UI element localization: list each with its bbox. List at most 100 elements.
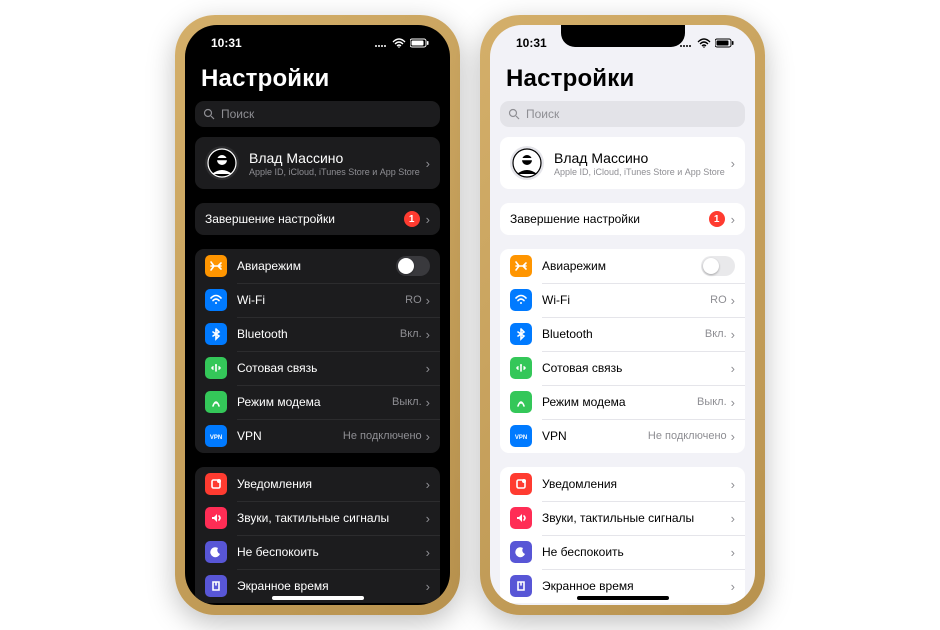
settings-row-sounds[interactable]: Звуки, тактильные сигналы› (500, 501, 745, 535)
settings-row-cellular[interactable]: Сотовая связь› (500, 351, 745, 385)
status-time: 10:31 (516, 36, 547, 50)
sounds-icon (510, 507, 532, 529)
row-value: Вкл. (400, 328, 422, 340)
row-label: Wi-Fi (237, 293, 405, 307)
screentime-icon (510, 575, 532, 597)
row-value: RO (710, 294, 727, 306)
screentime-icon (205, 575, 227, 597)
setup-row[interactable]: Завершение настройки 1 › (195, 203, 440, 235)
chevron-right-icon: › (426, 361, 430, 376)
home-indicator[interactable] (577, 596, 669, 600)
settings-row-wifi[interactable]: Wi-FiRO› (195, 283, 440, 317)
row-label: Экранное время (237, 579, 426, 593)
row-label: Wi-Fi (542, 293, 710, 307)
settings-row-airplane[interactable]: Авиарежим (195, 249, 440, 283)
row-label: Режим модема (237, 395, 392, 409)
wifi-icon (510, 289, 532, 311)
bluetooth-icon (205, 323, 227, 345)
search-input[interactable]: Поиск (500, 101, 745, 127)
row-label: VPN (542, 429, 648, 443)
settings-row-vpn[interactable]: VPNVPNНе подключено› (195, 419, 440, 453)
row-value: Не подключено (343, 430, 422, 442)
search-placeholder: Поиск (526, 107, 559, 121)
settings-row-dnd[interactable]: Не беспокоить› (195, 535, 440, 569)
search-input[interactable]: Поиск (195, 101, 440, 127)
row-label: Режим модема (542, 395, 697, 409)
row-label: VPN (237, 429, 343, 443)
settings-row-wifi[interactable]: Wi-FiRO › (500, 283, 745, 317)
vpn-icon: VPN (510, 425, 532, 447)
chevron-right-icon: › (426, 327, 430, 342)
home-indicator[interactable] (272, 596, 364, 600)
airplane-icon (510, 255, 532, 277)
avatar (205, 146, 239, 180)
dnd-icon (205, 541, 227, 563)
row-label: Уведомления (237, 477, 426, 491)
row-label: Не беспокоить (542, 545, 731, 559)
settings-row-airplane[interactable]: Авиарежим (500, 249, 745, 283)
chevron-right-icon: › (426, 545, 430, 560)
settings-row-vpn[interactable]: VPNVPNНе подключено› (500, 419, 745, 453)
cellular-icon (510, 357, 532, 379)
account-name: Влад Массино (554, 150, 731, 166)
setup-row[interactable]: Завершение настройки 1 › (500, 203, 745, 235)
chevron-right-icon: › (731, 579, 735, 594)
setup-label: Завершение настройки (510, 212, 709, 226)
search-icon (203, 108, 215, 120)
vpn-icon: VPN (205, 425, 227, 447)
account-row[interactable]: Влад Массино Apple ID, iCloud, iTunes St… (195, 137, 440, 189)
avatar (510, 146, 544, 180)
settings-row-cellular[interactable]: Сотовая связь› (195, 351, 440, 385)
row-label: Авиарежим (237, 259, 396, 273)
toggle-switch[interactable] (701, 256, 735, 276)
chevron-right-icon: › (426, 511, 430, 526)
general-group: Уведомления›Звуки, тактильные сигналы›Не… (195, 467, 440, 603)
chevron-right-icon: › (426, 579, 430, 594)
chevron-right-icon: › (731, 545, 735, 560)
account-name: Влад Массино (249, 150, 426, 166)
bluetooth-icon (510, 323, 532, 345)
setup-badge: 1 (709, 211, 725, 227)
wifi-status-icon (697, 38, 711, 48)
sounds-icon (205, 507, 227, 529)
hotspot-icon (205, 391, 227, 413)
row-value: Вкл. (705, 328, 727, 340)
chevron-right-icon: › (426, 477, 430, 492)
row-label: Сотовая связь (237, 361, 426, 375)
toggle-switch[interactable] (396, 256, 430, 276)
search-icon (508, 108, 520, 120)
row-value: Не подключено (648, 430, 727, 442)
settings-row-bluetooth[interactable]: BluetoothВкл.› (500, 317, 745, 351)
account-sub: Apple ID, iCloud, iTunes Store и App Sto… (249, 167, 426, 177)
hotspot-icon (510, 391, 532, 413)
setup-label: Завершение настройки (205, 212, 404, 226)
battery-icon (715, 38, 735, 48)
chevron-right-icon: › (426, 156, 430, 171)
settings-row-notify[interactable]: Уведомления› (195, 467, 440, 501)
general-group: Уведомления›Звуки, тактильные сигналы›Не… (500, 467, 745, 603)
chevron-right-icon: › (426, 212, 430, 227)
settings-row-hotspot[interactable]: Режим модемаВыкл.› (500, 385, 745, 419)
cellular-icon (205, 357, 227, 379)
chevron-right-icon: › (426, 429, 430, 444)
settings-row-hotspot[interactable]: Режим модемаВыкл. › (195, 385, 440, 419)
notify-icon (205, 473, 227, 495)
battery-icon (410, 38, 430, 48)
chevron-right-icon: › (731, 395, 735, 410)
chevron-right-icon: › (731, 511, 735, 526)
chevron-right-icon: › (426, 395, 430, 410)
row-label: Звуки, тактильные сигналы (237, 511, 426, 525)
settings-row-dnd[interactable]: Не беспокоить› (500, 535, 745, 569)
settings-row-bluetooth[interactable]: BluetoothВкл.› (195, 317, 440, 351)
chevron-right-icon: › (731, 293, 735, 308)
network-group: АвиарежимWi-FiRO›BluetoothВкл.›Сотовая с… (195, 249, 440, 453)
chevron-right-icon: › (731, 156, 735, 171)
iphone-dark: 10:31 Настройки Поиск (175, 15, 460, 615)
settings-row-notify[interactable]: Уведомления› (500, 467, 745, 501)
status-time: 10:31 (211, 36, 242, 50)
settings-row-sounds[interactable]: Звуки, тактильные сигналы› (195, 501, 440, 535)
row-value: Выкл. (392, 396, 422, 408)
wifi-status-icon (392, 38, 406, 48)
account-row[interactable]: Влад Массино Apple ID, iCloud, iTunes St… (500, 137, 745, 189)
wifi-icon (205, 289, 227, 311)
